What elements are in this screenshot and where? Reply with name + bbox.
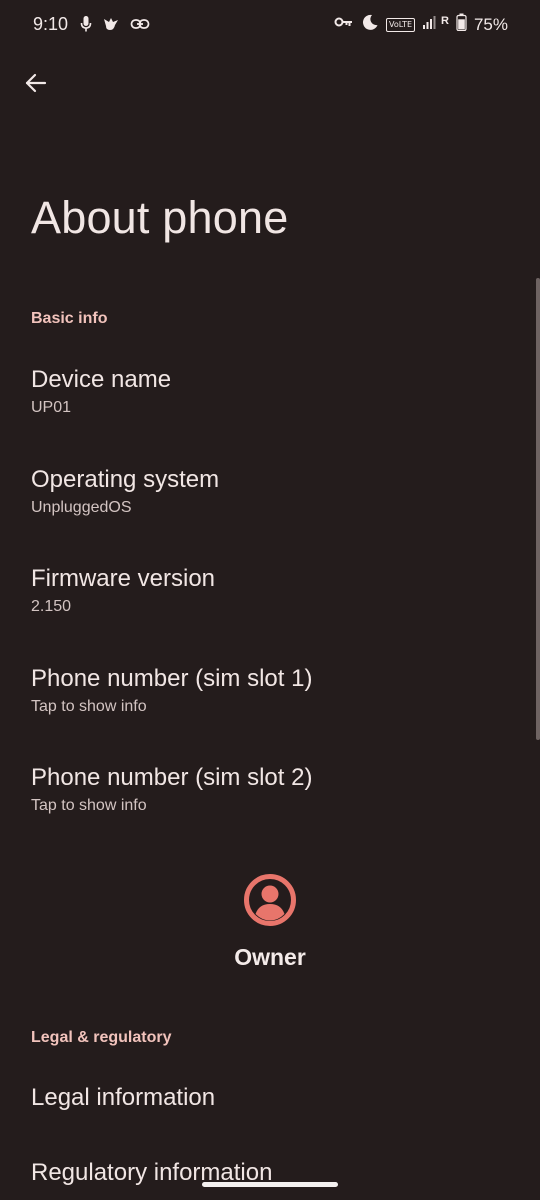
volte-icon: VoLTE — [385, 17, 416, 32]
owner-avatar[interactable] — [243, 873, 297, 927]
owner-label: Owner — [234, 944, 306, 970]
roaming-indicator: R — [441, 15, 449, 27]
link-icon — [130, 15, 150, 38]
scrollbar[interactable] — [536, 278, 540, 740]
vpn-key-icon — [334, 15, 354, 34]
arrow-back-icon — [24, 71, 48, 100]
pref-summary: UP01 — [31, 399, 72, 416]
notification-bird-icon — [102, 15, 120, 38]
operating-system-item[interactable]: Operating system UnpluggedOS — [0, 466, 530, 556]
pref-title: Firmware version — [31, 565, 216, 592]
pref-summary: Tap to show info — [31, 698, 147, 715]
pref-title: Phone number (sim slot 1) — [31, 665, 313, 692]
device-name-item[interactable]: Device name UP01 — [0, 366, 530, 456]
section-header-basic-info: Basic info — [31, 310, 108, 327]
status-system-icons: VoLTE R 75% — [334, 13, 508, 36]
status-time: 9:10 — [33, 14, 69, 34]
account-circle-icon — [243, 874, 297, 931]
pref-summary: Tap to show info — [31, 797, 147, 814]
signal-icon — [422, 14, 438, 35]
pref-title: Device name — [31, 366, 172, 393]
page-title: About phone — [31, 192, 289, 243]
battery-percent: 75% — [473, 14, 508, 34]
phone-number-sim2-item[interactable]: Phone number (sim slot 2) Tap to show in… — [0, 764, 530, 854]
do-not-disturb-moon-icon — [361, 13, 379, 36]
regulatory-information-item[interactable]: Regulatory information — [0, 1159, 530, 1200]
status-notification-icons — [80, 15, 150, 38]
status-bar: 9:10 VoLTE R 75% — [0, 0, 540, 50]
pref-title: Phone number (sim slot 2) — [31, 764, 313, 791]
pref-summary: UnpluggedOS — [31, 499, 132, 516]
back-button[interactable] — [20, 69, 52, 101]
gesture-navigation-bar[interactable] — [202, 1182, 338, 1187]
section-header-legal-regulatory: Legal & regulatory — [31, 1029, 172, 1046]
phone-number-sim1-item[interactable]: Phone number (sim slot 1) Tap to show in… — [0, 665, 530, 755]
firmware-version-item[interactable]: Firmware version 2.150 — [0, 565, 530, 655]
pref-summary: 2.150 — [31, 598, 72, 615]
pref-title: Operating system — [31, 466, 220, 493]
assistant-mic-icon — [80, 15, 92, 38]
battery-icon — [456, 13, 467, 36]
pref-title: Legal information — [31, 1084, 216, 1111]
